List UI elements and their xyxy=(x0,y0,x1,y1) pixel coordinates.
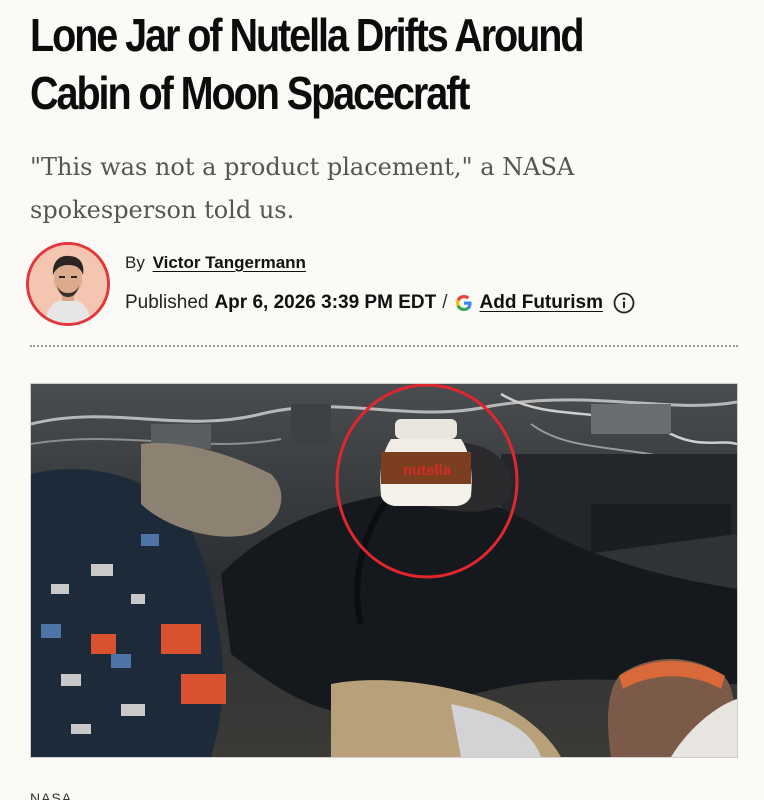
publish-meta: Published Apr 6, 2026 3:39 PM EDT / Add … xyxy=(125,290,635,316)
byline: By Victor Tangermann xyxy=(125,251,306,275)
article-hero-image[interactable]: nutella xyxy=(30,383,738,758)
published-label: Published xyxy=(125,292,209,313)
author-avatar[interactable] xyxy=(26,242,110,326)
info-circle-icon[interactable] xyxy=(613,292,635,314)
google-g-icon[interactable] xyxy=(454,293,474,313)
byline-prefix: By xyxy=(125,253,145,272)
article-subhead: "This was not a product placement," a NA… xyxy=(30,153,575,224)
jar-label: nutella xyxy=(403,462,452,479)
section-divider xyxy=(30,345,738,347)
article-headline: Lone Jar of Nutella Drifts Around Cabin … xyxy=(30,9,584,119)
image-credit: NASA xyxy=(30,790,73,800)
author-link[interactable]: Victor Tangermann xyxy=(153,253,306,272)
meta-separator: / xyxy=(442,292,448,313)
publish-date: Apr 6, 2026 3:39 PM EDT xyxy=(214,292,437,313)
add-futurism-link[interactable]: Add Futurism xyxy=(480,290,604,316)
author-portrait-illustration xyxy=(29,245,107,323)
spacecraft-cabin-photo: nutella xyxy=(31,384,737,757)
